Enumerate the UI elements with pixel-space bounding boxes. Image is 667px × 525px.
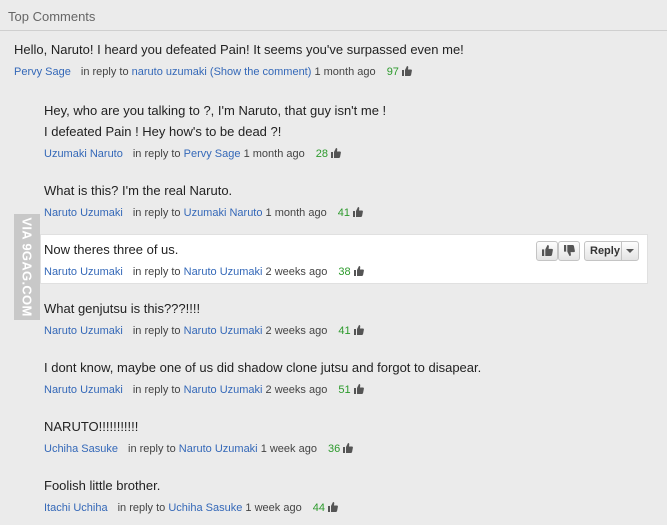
thumbs-up-icon (542, 245, 553, 256)
comment-author-link[interactable]: Naruto Uzumaki (44, 325, 123, 337)
comment: What is this? I'm the real Naruto. Narut… (44, 183, 363, 221)
dislike-button[interactable] (558, 241, 580, 261)
comment: I dont know, maybe one of us did shadow … (44, 360, 481, 398)
comment-author-link[interactable]: Uchiha Sasuke (44, 443, 118, 455)
comment-author-link[interactable]: Pervy Sage (14, 66, 71, 78)
comment-meta: Naruto Uzumaki in reply to Naruto Uzumaki… (44, 324, 364, 339)
reply-target-link[interactable]: Pervy Sage (184, 148, 241, 160)
watermark-text: VIA 9GAG.COM (19, 217, 35, 317)
reply-target-link[interactable]: naruto uzumaki (132, 66, 207, 78)
reply-target-link[interactable]: Naruto Uzumaki (179, 443, 258, 455)
show-comment-link[interactable]: (Show the comment) (210, 66, 311, 78)
thumbs-down-icon (564, 245, 575, 256)
comment-text: Now theres three of us. (44, 242, 179, 257)
in-reply-to-label: in reply to (80, 66, 129, 78)
like-button[interactable] (536, 241, 558, 261)
comment-text: NARUTO!!!!!!!!!!! (44, 419, 139, 434)
comment-text: Hello, Naruto! I heard you defeated Pain… (14, 42, 464, 57)
comment-text: What genjutsu is this???!!!! (44, 301, 201, 316)
comment-text: What is this? I'm the real Naruto. (44, 183, 233, 198)
comment-meta: Pervy Sage in reply to naruto uzumaki (Sh… (14, 65, 464, 80)
comment-text: Foolish little brother. (44, 478, 161, 493)
thumbs-up-icon (353, 325, 364, 339)
in-reply-to-label: in reply to (128, 443, 176, 455)
comment-meta: Uzumaki Naruto in reply to Pervy Sage 1 m… (44, 147, 386, 162)
comment-text: I defeated Pain ! Hey how's to be dead ?… (44, 124, 282, 139)
in-reply-to-label: in reply to (132, 207, 181, 219)
like-count: 41 (337, 207, 351, 219)
comment: NARUTO!!!!!!!!!!! Uchiha Sasuke in reply … (44, 419, 354, 457)
reply-target-link[interactable]: Naruto Uzumaki (184, 266, 263, 278)
comment-author-link[interactable]: Itachi Uchiha (44, 502, 108, 514)
like-count: 28 (315, 148, 329, 160)
like-count: 51 (338, 384, 351, 396)
thumbs-up-icon (353, 207, 363, 221)
reply-button-label: Reply (590, 245, 620, 257)
comment-text: I dont know, maybe one of us did shadow … (44, 360, 482, 375)
like-count: 36 (328, 443, 341, 455)
comment-time: 1 month ago (314, 66, 376, 78)
comment: Foolish little brother. Itachi Uchiha in … (44, 478, 338, 516)
comment-time: 2 weeks ago (265, 325, 328, 337)
thumbs-up-icon (328, 502, 338, 516)
comment-time: 1 month ago (265, 207, 327, 219)
reply-target-link[interactable]: Uzumaki Naruto (184, 207, 263, 219)
comment-meta: Naruto Uzumaki in reply to Naruto Uzumaki… (44, 265, 364, 280)
comment-time: 2 weeks ago (265, 384, 328, 396)
comment-author-link[interactable]: Naruto Uzumaki (44, 207, 123, 219)
comment-author-link[interactable]: Naruto Uzumaki (44, 266, 123, 278)
thumbs-up-icon (353, 266, 364, 280)
in-reply-to-label: in reply to (132, 148, 181, 160)
like-count: 38 (338, 266, 351, 278)
thumbs-up-icon (401, 66, 412, 80)
thumbs-up-icon (331, 148, 341, 162)
in-reply-to-label: in reply to (132, 325, 181, 337)
like-count: 41 (338, 325, 351, 337)
comment-text: Hey, who are you talking to ?, I'm Narut… (44, 103, 387, 118)
in-reply-to-label: in reply to (117, 502, 166, 514)
thumbs-up-icon (343, 443, 354, 457)
comment-author-link[interactable]: Naruto Uzumaki (44, 384, 123, 396)
in-reply-to-label: in reply to (132, 266, 181, 278)
comment: What genjutsu is this???!!!! Naruto Uzum… (44, 301, 364, 339)
in-reply-to-label: in reply to (132, 384, 181, 396)
comment: Now theres three of us. Naruto Uzumaki in… (44, 242, 364, 280)
comment-meta: Naruto Uzumaki in reply to Uzumaki Naruto… (44, 206, 363, 221)
comment-meta: Itachi Uchiha in reply to Uchiha Sasuke 1… (44, 501, 338, 516)
comment-author-link[interactable]: Uzumaki Naruto (44, 148, 123, 160)
reply-target-link[interactable]: Naruto Uzumaki (184, 325, 263, 337)
reply-target-link[interactable]: Uchiha Sasuke (168, 502, 242, 514)
top-comments-header: Top Comments (0, 0, 667, 31)
comment-time: 1 week ago (260, 443, 317, 455)
comment-time: 2 weeks ago (265, 266, 328, 278)
watermark: VIA 9GAG.COM (14, 214, 40, 320)
like-count: 44 (312, 502, 325, 514)
comment-time: 1 month ago (243, 148, 305, 160)
comment-meta: Naruto Uzumaki in reply to Naruto Uzumaki… (44, 383, 481, 398)
comment-meta: Uchiha Sasuke in reply to Naruto Uzumaki … (44, 442, 354, 457)
comment: Hey, who are you talking to ?, I'm Narut… (44, 103, 386, 162)
thumbs-up-icon (353, 384, 364, 398)
reply-target-link[interactable]: Naruto Uzumaki (184, 384, 263, 396)
like-count: 97 (386, 66, 399, 78)
section-title: Top Comments (8, 9, 96, 24)
comment-time: 1 week ago (245, 502, 302, 514)
reply-button[interactable]: Reply (584, 241, 639, 261)
comment: Hello, Naruto! I heard you defeated Pain… (14, 42, 464, 80)
chevron-down-icon[interactable] (621, 242, 638, 260)
